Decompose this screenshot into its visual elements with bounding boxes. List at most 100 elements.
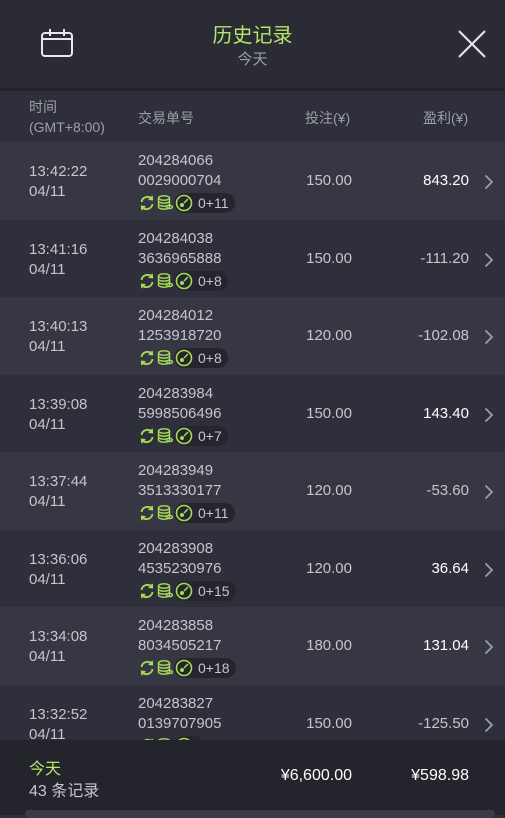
refresh-icon: [140, 273, 154, 288]
row-count: 0+11: [198, 195, 229, 211]
row-order-id-line2: 0029000704: [138, 172, 222, 189]
ball-icon: [175, 427, 193, 444]
refresh-icon: [140, 350, 154, 366]
row-order-id-line2: 8034505217: [138, 637, 222, 654]
close-icon[interactable]: [456, 28, 488, 60]
row-icons: 0+11: [138, 502, 235, 524]
count-pill: 0+18: [174, 658, 236, 678]
row-count: 0+7: [198, 427, 222, 444]
summary-footer: 今天 43 条记录 ¥6,600.00 ¥598.98: [0, 740, 505, 818]
row-time: 13:39:08 04/11: [29, 395, 87, 435]
row-icons: 0+15: [138, 580, 236, 602]
row-count: 0+8: [198, 272, 222, 289]
ball-icon: [175, 194, 193, 212]
page-subtitle: 今天: [237, 51, 268, 68]
row-count: 0+18: [198, 660, 230, 676]
row-date-value: 04/11: [29, 493, 66, 510]
row-date-value: 04/11: [29, 725, 66, 741]
order-id-column-header: 交易单号: [138, 110, 194, 126]
row-profit: -111.20: [420, 249, 469, 267]
chevron-right-icon[interactable]: [484, 639, 494, 655]
chevron-right-icon[interactable]: [484, 174, 494, 190]
refresh-icon: [140, 195, 154, 211]
row-date-value: 04/11: [29, 338, 66, 355]
table-row[interactable]: 13:37:44 04/11 204283949 3513330177 0+11 120.…: [0, 452, 505, 530]
row-date-value: 04/11: [29, 415, 66, 433]
table-row[interactable]: 13:36:06 04/11 204283908 4535230976 0+15 120.…: [0, 529, 505, 607]
row-order-id-line2: 3636965888: [138, 249, 222, 267]
table-row[interactable]: 13:40:13 04/11 204284012 1253918720 0+8 120.0…: [0, 297, 505, 375]
header-bar: 历史记录 今天: [0, 0, 505, 91]
row-order-id-line2: 3513330177: [138, 482, 222, 499]
coins-icon: [157, 427, 174, 443]
row-icons: 0+7: [138, 425, 228, 447]
row-icons: 0+11: [138, 192, 235, 214]
refresh-icon: [140, 583, 154, 598]
row-profit: -53.60: [426, 482, 469, 499]
row-time: 13:42:22 04/11: [29, 162, 87, 202]
chevron-right-icon[interactable]: [484, 407, 494, 423]
row-order-id: 204283858 8034505217: [138, 616, 221, 656]
chevron-right-icon[interactable]: [484, 329, 494, 345]
row-bet: 150.00: [306, 172, 352, 189]
row-order-id-line1: 204283984: [138, 384, 214, 402]
ball-icon: [175, 349, 193, 367]
row-count: 0+8: [198, 350, 222, 366]
row-order-id-line2: 5998506496: [138, 404, 222, 422]
page-title: 历史记录: [212, 25, 293, 47]
row-date-value: 04/11: [29, 570, 66, 588]
row-order-id: 204283949 3513330177: [138, 461, 221, 501]
count-pill: 0+7: [174, 425, 228, 446]
row-order-id-line2: 4535230976: [138, 559, 222, 577]
row-order-id-line1: 204284038: [138, 229, 214, 247]
history-list[interactable]: 13:42:22 04/11 204284066 0029000704 0+11 150.…: [0, 142, 505, 740]
row-bet: 150.00: [306, 714, 352, 732]
row-time-value: 13:32:52: [29, 705, 88, 723]
row-date-value: 04/11: [29, 648, 66, 665]
row-time-value: 13:34:08: [29, 628, 88, 645]
total-profit: ¥598.98: [411, 767, 469, 784]
refresh-icon: [140, 505, 154, 521]
table-row[interactable]: 13:32:52 04/11 204283827 0139707905 150.00 -1…: [0, 684, 505, 741]
chevron-right-icon[interactable]: [484, 717, 494, 733]
total-bet: ¥6,600.00: [280, 767, 352, 784]
table-row[interactable]: 13:39:08 04/11 204283984 5998506496 0+7 150.0…: [0, 374, 505, 452]
table-row[interactable]: 13:42:22 04/11 204284066 0029000704 0+11 150.…: [0, 142, 505, 220]
row-order-id: 204283984 5998506496: [138, 384, 221, 424]
row-icons: 0+18: [138, 657, 236, 679]
ball-icon: [175, 272, 193, 289]
table-row[interactable]: 13:41:16 04/11 204284038 3636965888 0+8 150.0…: [0, 219, 505, 297]
row-count: 0+15: [198, 582, 230, 599]
row-profit: 36.64: [431, 559, 469, 577]
count-pill: 0+8: [174, 270, 228, 291]
chevron-right-icon[interactable]: [484, 562, 494, 578]
profit-column-header: 盈利(¥): [423, 110, 469, 126]
row-time: 13:34:08 04/11: [29, 627, 87, 667]
row-time: 13:41:16 04/11: [29, 240, 87, 280]
column-headers: 时间 (GMT+8:00) 交易单号 投注(¥) 盈利(¥): [0, 91, 505, 143]
coins-icon: [157, 350, 174, 365]
row-time: 13:37:44 04/11: [29, 472, 87, 512]
row-time-value: 13:39:08: [29, 395, 88, 413]
refresh-icon: [140, 660, 154, 676]
row-bet: 150.00: [306, 249, 352, 267]
row-order-id: 204283908 4535230976: [138, 539, 221, 579]
chevron-right-icon[interactable]: [484, 484, 494, 500]
coins-icon: [157, 505, 174, 520]
row-profit: 843.20: [423, 172, 469, 189]
coins-icon: [157, 272, 174, 288]
coins-icon: [157, 582, 174, 598]
row-order-id-line1: 204284066: [138, 152, 214, 169]
chevron-right-icon[interactable]: [484, 252, 494, 268]
count-pill: 0+15: [174, 580, 236, 601]
coins-icon: [157, 195, 174, 210]
row-time: 13:36:06 04/11: [29, 550, 87, 590]
row-profit: 143.40: [423, 404, 469, 422]
row-time-value: 13:42:22: [29, 163, 88, 180]
row-order-id: 204284038 3636965888: [138, 229, 221, 269]
row-date-value: 04/11: [29, 260, 66, 278]
ball-icon: [175, 582, 193, 599]
table-row[interactable]: 13:34:08 04/11 204283858 8034505217 0+18 180.…: [0, 607, 505, 685]
record-count: 43 条记录: [29, 783, 100, 800]
row-bet: 150.00: [306, 404, 352, 422]
